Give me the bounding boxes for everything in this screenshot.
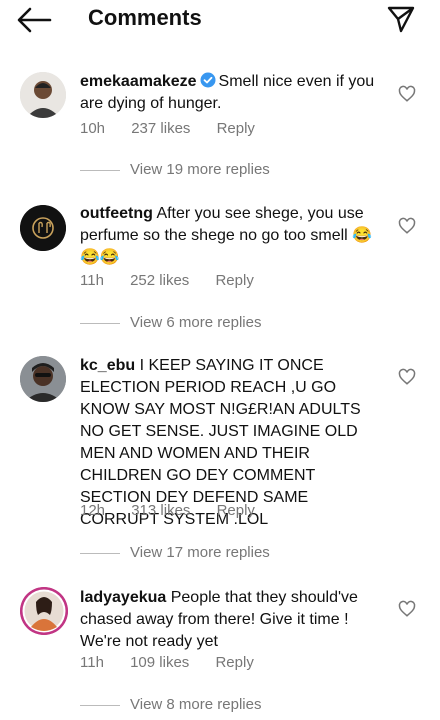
reply-button[interactable]: Reply	[215, 654, 253, 671]
avatar[interactable]	[20, 72, 66, 118]
verified-badge-icon	[200, 72, 216, 88]
divider-line	[80, 322, 120, 324]
view-replies-link[interactable]: View 6 more replies	[80, 314, 261, 331]
view-replies-link[interactable]: View 8 more replies	[80, 696, 261, 713]
arrow-left-icon[interactable]	[16, 6, 52, 34]
heart-icon[interactable]	[398, 600, 416, 618]
header-bar: Comments	[0, 0, 440, 40]
view-replies-link[interactable]: View 19 more replies	[80, 161, 270, 178]
comment-time: 11h	[80, 654, 104, 671]
comment-username[interactable]: outfeetng	[80, 205, 153, 222]
heart-icon[interactable]	[398, 368, 416, 386]
comment-meta: 11h 109 likes Reply	[80, 654, 276, 671]
comment-likes[interactable]: 252 likes	[130, 272, 189, 289]
brand-logo-icon	[20, 205, 66, 251]
comment-username[interactable]: emekaamakeze	[80, 73, 197, 90]
page-title: Comments	[88, 5, 202, 30]
view-replies-label: View 8 more replies	[130, 696, 262, 713]
divider-line	[80, 704, 120, 706]
view-replies-label: View 6 more replies	[130, 314, 262, 331]
heart-icon[interactable]	[398, 217, 416, 235]
divider-line	[80, 169, 120, 171]
avatar-photo-icon	[20, 356, 66, 402]
heart-icon[interactable]	[398, 85, 416, 103]
comment-time: 11h	[80, 272, 104, 289]
comment-likes[interactable]: 313 likes	[131, 502, 190, 519]
paper-plane-icon[interactable]	[386, 4, 416, 34]
comment-username[interactable]: kc_ebu	[80, 357, 135, 374]
view-replies-label: View 19 more replies	[130, 161, 270, 178]
avatar[interactable]	[20, 356, 66, 402]
comment-body: ladyayekua People that they should've ch…	[80, 587, 380, 653]
view-replies-link[interactable]: View 17 more replies	[80, 544, 270, 561]
divider-line	[80, 552, 120, 554]
avatar-photo-icon	[20, 72, 66, 118]
comment-time: 10h	[80, 120, 106, 137]
avatar-photo-icon	[20, 587, 68, 635]
reply-button[interactable]: Reply	[217, 120, 255, 137]
comment-meta: 10h 237 likes Reply	[80, 120, 277, 137]
comment-body: outfeetng After you see shege, you use p…	[80, 203, 380, 269]
comment-body: emekaamakeze Smell nice even if you are d…	[80, 71, 380, 115]
comment-likes[interactable]: 109 likes	[130, 654, 189, 671]
comment-meta: 11h 252 likes Reply	[80, 272, 276, 289]
reply-button[interactable]: Reply	[215, 272, 253, 289]
comment-likes[interactable]: 237 likes	[131, 120, 190, 137]
reply-button[interactable]: Reply	[217, 502, 255, 519]
comment-username[interactable]: ladyayekua	[80, 589, 166, 606]
comment-meta: 12h 313 likes Reply	[80, 502, 277, 519]
view-replies-label: View 17 more replies	[130, 544, 270, 561]
avatar[interactable]	[20, 205, 66, 251]
comment-time: 12h	[80, 502, 106, 519]
avatar-story-ring[interactable]	[20, 587, 68, 635]
